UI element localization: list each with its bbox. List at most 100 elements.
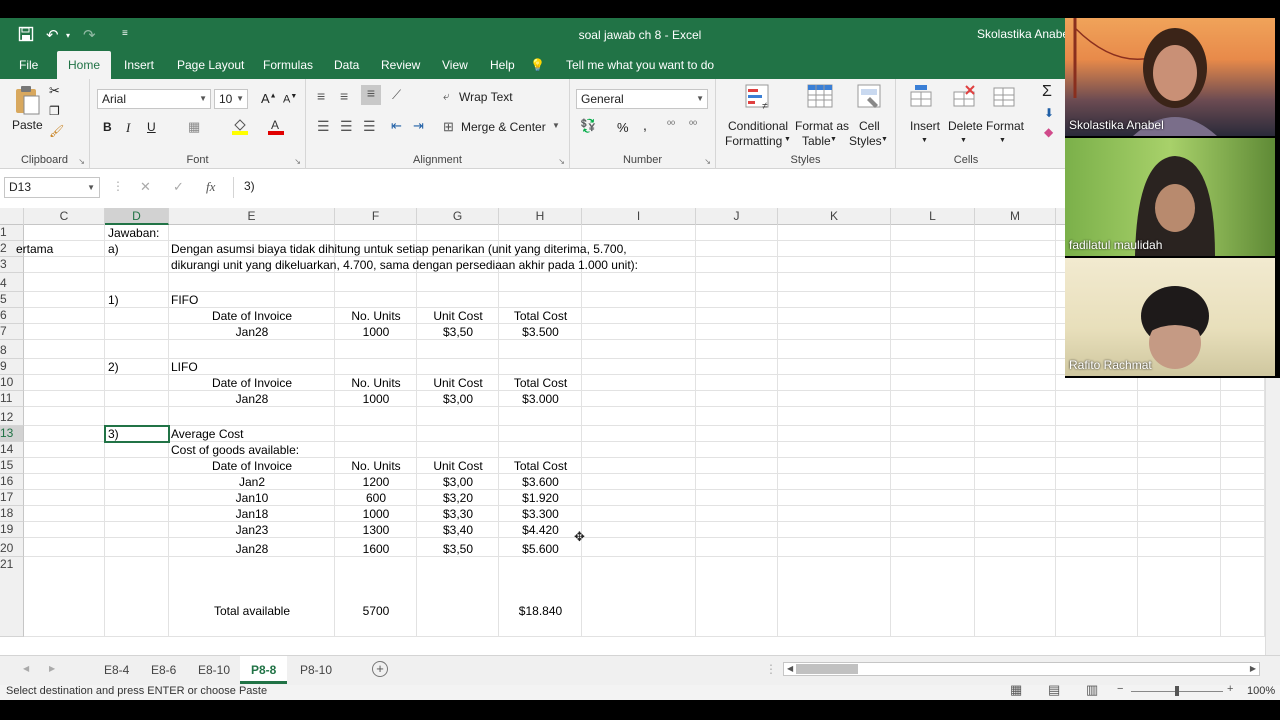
cell[interactable] [891,458,975,474]
cell[interactable] [1221,407,1265,426]
column-header-h[interactable]: H [499,208,582,225]
cell[interactable] [105,391,169,407]
wrap-text-button[interactable]: Wrap Text [459,90,513,104]
name-box[interactable]: D13 ▼ [4,177,100,198]
row-header[interactable]: 13 [0,426,24,442]
cell[interactable] [335,407,417,426]
cell[interactable] [1138,442,1221,458]
cell[interactable] [778,506,891,522]
cell[interactable] [499,359,582,375]
orientation-icon[interactable]: ⟋ [392,87,401,103]
cell[interactable] [335,273,417,292]
cell[interactable] [105,324,169,340]
cell[interactable] [975,241,1056,257]
cell[interactable] [105,308,169,324]
cell[interactable] [499,442,582,458]
cell[interactable] [582,273,696,292]
cell[interactable] [24,359,105,375]
cell[interactable] [499,340,582,359]
tab-home[interactable]: Home [57,51,112,79]
cell[interactable] [1056,458,1138,474]
cell[interactable] [778,292,891,308]
cell-styles-button[interactable]: Cell [859,119,880,133]
cell[interactable] [975,257,1056,273]
zoom-in-icon[interactable]: + [1227,683,1233,695]
column-header-j[interactable]: J [696,208,778,225]
cell[interactable] [778,273,891,292]
cell[interactable] [417,426,499,442]
cell[interactable] [975,273,1056,292]
cell[interactable] [778,257,891,273]
account-name[interactable]: Skolastika Anabel [977,27,1072,41]
scroll-right-icon[interactable]: ▶ [1250,664,1256,673]
cell[interactable] [24,538,105,557]
cell[interactable] [778,308,891,324]
cell[interactable] [778,241,891,257]
cell[interactable] [975,522,1056,538]
cell[interactable] [582,340,696,359]
borders-icon[interactable]: ▦ [188,119,200,135]
cell[interactable] [105,340,169,359]
cell[interactable] [975,340,1056,359]
cell[interactable] [778,375,891,391]
cell[interactable] [891,324,975,340]
row-header[interactable]: 17 [0,490,24,506]
sheet-tab-p8-8[interactable]: P8-8 [240,656,288,684]
row-header[interactable]: 4 [0,273,24,292]
tab-data[interactable]: Data [323,51,370,79]
row-header[interactable]: 21 [0,557,24,637]
cell[interactable] [417,359,499,375]
cell[interactable] [891,273,975,292]
cell[interactable] [105,474,169,490]
cell[interactable] [1138,538,1221,557]
row-header[interactable]: 8 [0,340,24,359]
cell[interactable] [499,273,582,292]
clear-icon[interactable]: ◆ [1044,125,1053,139]
cell[interactable] [1056,522,1138,538]
align-left-icon[interactable]: ☰ [317,118,330,135]
cell[interactable] [105,458,169,474]
page-break-view-icon[interactable]: ▥ [1086,682,1098,698]
cell[interactable] [891,391,975,407]
cell[interactable] [891,490,975,506]
cell[interactable] [1138,474,1221,490]
select-all-corner[interactable] [0,208,24,225]
row-header[interactable]: 9 [0,359,24,375]
launcher-icon[interactable]: ↘ [294,157,301,166]
cell[interactable] [582,426,696,442]
align-center-icon[interactable]: ☰ [340,118,353,135]
cell[interactable] [696,292,778,308]
launcher-icon[interactable]: ↘ [78,157,85,166]
cell[interactable] [24,407,105,426]
cell[interactable] [105,407,169,426]
cell[interactable] [582,225,696,241]
cell[interactable] [169,225,335,241]
cell[interactable] [696,522,778,538]
tell-me-search[interactable]: Tell me what you want to do [555,51,725,79]
cell[interactable] [696,490,778,506]
cell[interactable] [417,407,499,426]
cell[interactable] [778,538,891,557]
format-as-table-label2[interactable]: Table [802,134,831,148]
cell[interactable] [891,407,975,426]
copy-icon[interactable]: ❐ [49,104,60,118]
insert-function-icon[interactable]: fx [206,179,215,195]
format-as-table-icon[interactable] [806,83,834,111]
cell[interactable] [582,391,696,407]
cell[interactable] [696,225,778,241]
cut-icon[interactable]: ✂ [49,83,60,99]
tab-scroll-left-icon[interactable]: ◀ [23,664,29,673]
cell[interactable] [1221,506,1265,522]
cell[interactable] [169,340,335,359]
launcher-icon[interactable]: ↘ [704,157,711,166]
cell[interactable] [1056,391,1138,407]
cell[interactable] [1221,522,1265,538]
format-button[interactable]: Format [986,119,1024,133]
cell[interactable] [975,557,1056,637]
cell[interactable] [335,340,417,359]
tab-page-layout[interactable]: Page Layout [166,51,255,79]
cell[interactable] [1056,407,1138,426]
cell[interactable] [778,474,891,490]
column-header-m[interactable]: M [975,208,1056,225]
cell[interactable] [1138,426,1221,442]
